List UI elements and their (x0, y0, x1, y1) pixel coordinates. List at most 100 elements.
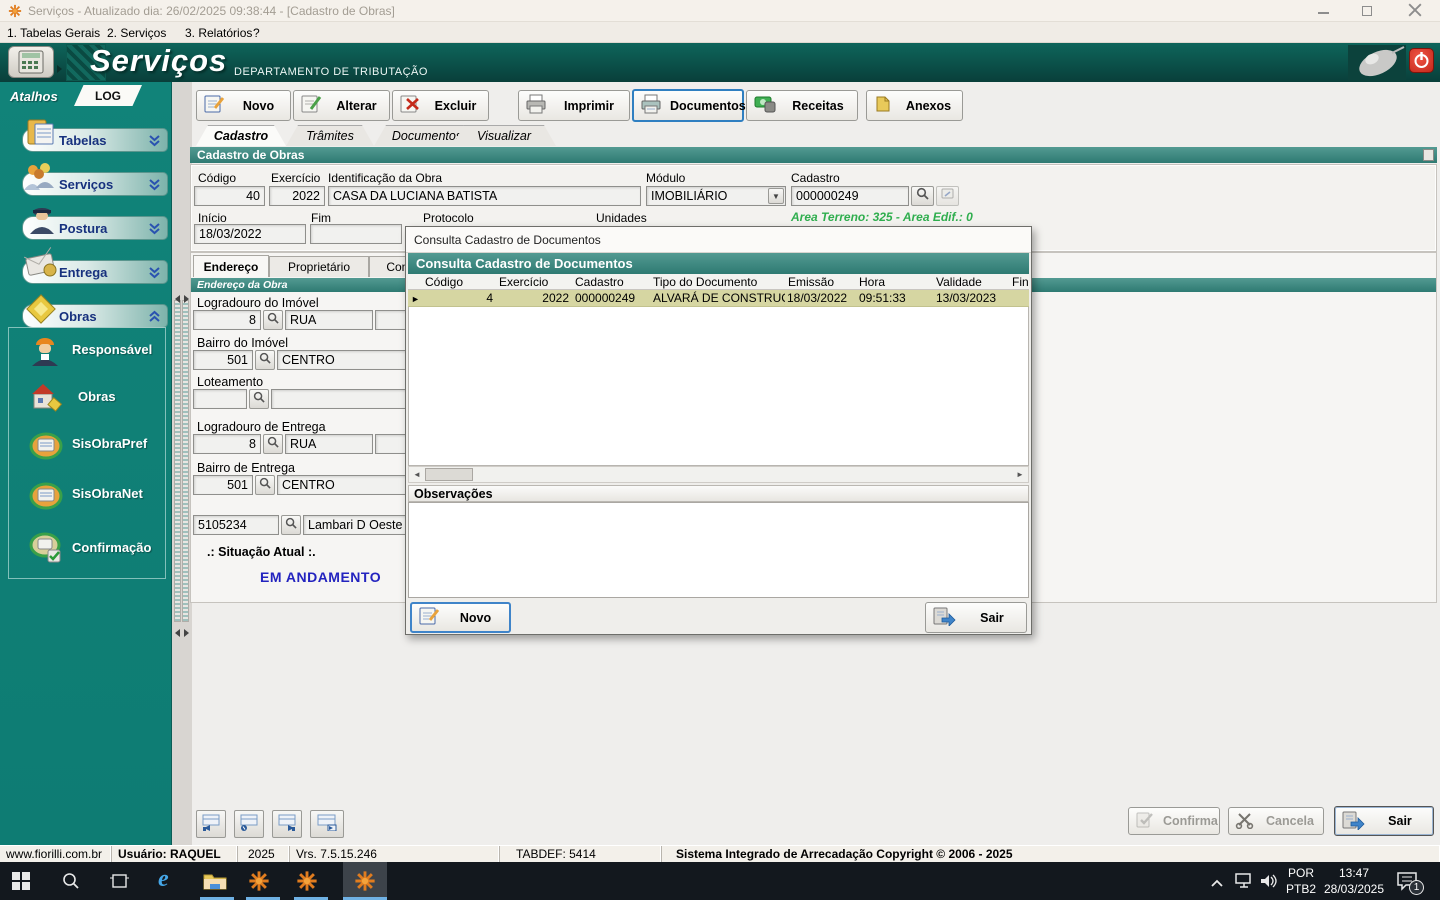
bairro-imovel-search-button[interactable] (255, 350, 275, 370)
cidade-codigo-field[interactable]: 5105234 (193, 515, 279, 535)
fiorilli-app-icon[interactable] (354, 870, 376, 897)
logradouro-imovel-num-field[interactable]: 8 (193, 310, 261, 330)
fim-field[interactable] (310, 224, 402, 244)
scroll-right-icon[interactable]: ► (1012, 470, 1028, 479)
printer-icon (525, 94, 547, 117)
splitter-handle[interactable] (174, 300, 181, 622)
file-explorer-icon[interactable] (203, 871, 227, 896)
documentos-button[interactable]: Documentos (632, 89, 746, 122)
start-button[interactable] (12, 872, 30, 895)
record-first-button[interactable] (196, 810, 226, 838)
logradouro-entrega-tipo-field[interactable]: RUA (285, 434, 373, 454)
sidebar-item-sisobranet[interactable]: SisObraNet (20, 478, 168, 520)
codigo-field[interactable]: 40 (194, 186, 265, 206)
form-title-end-button[interactable] (1423, 149, 1434, 161)
speaker-icon[interactable] (1260, 873, 1278, 894)
record-last-button[interactable] (310, 810, 344, 838)
language-indicator[interactable]: POR PTB2 (1284, 865, 1318, 897)
fiorilli-app-icon[interactable] (296, 870, 318, 897)
subtab-endereco[interactable]: Endereço (193, 255, 269, 277)
horizontal-scrollbar[interactable]: ◄ ► (408, 466, 1029, 483)
power-button-icon[interactable] (1409, 48, 1434, 73)
cadastro-field[interactable]: 000000249 (791, 186, 909, 206)
cancela-button[interactable]: Cancela (1228, 807, 1324, 835)
receitas-button[interactable]: Receitas (746, 90, 858, 121)
col-emissao[interactable]: Emissão (785, 274, 856, 289)
cidade-nome-field[interactable]: Lambari D Oeste (303, 515, 406, 535)
logradouro-entrega-num-field[interactable]: 8 (193, 434, 261, 454)
taskbar-search-icon[interactable] (62, 872, 80, 895)
record-prev-button[interactable] (234, 810, 264, 838)
bairro-imovel-num-field[interactable]: 501 (193, 350, 253, 370)
menu-help[interactable]: ? (253, 26, 260, 40)
splitter-arrows-icon[interactable] (175, 624, 189, 642)
bairro-entrega-search-button[interactable] (255, 475, 275, 495)
splitter-handle[interactable] (182, 300, 189, 622)
cadastro-search-button[interactable] (911, 186, 934, 206)
cadastro-goto-button[interactable] (936, 186, 959, 206)
logradouro-imovel-nome-field[interactable] (375, 310, 406, 330)
novo-button[interactable]: Novo (196, 90, 291, 121)
menu-servicos[interactable]: 2. Serviços (107, 26, 166, 40)
bairro-entrega-num-field[interactable]: 501 (193, 475, 253, 495)
bairro-imovel-nome-field[interactable]: CENTRO (277, 350, 406, 370)
inicio-field[interactable]: 18/03/2022 (194, 224, 306, 244)
fiorilli-app-icon[interactable] (248, 870, 270, 897)
loteamento-nome-field[interactable] (271, 389, 406, 409)
sidebar-item-obras[interactable]: Obras (20, 378, 168, 420)
logradouro-imovel-search-button[interactable] (263, 310, 283, 330)
sidebar-item-responsavel[interactable]: Responsável (20, 331, 168, 373)
clock[interactable]: 13:47 28/03/2025 (1318, 865, 1390, 897)
tab-tramites[interactable]: Trâmites (286, 125, 374, 146)
excluir-button[interactable]: Excluir (392, 90, 489, 121)
task-view-icon[interactable] (110, 872, 129, 895)
confirma-button[interactable]: Confirma (1128, 807, 1220, 835)
col-fin[interactable]: Fin (1009, 274, 1033, 289)
internet-explorer-icon[interactable]: e (158, 866, 169, 893)
close-icon[interactable] (1408, 3, 1422, 22)
tab-visualizar[interactable]: Visualizar (452, 125, 556, 146)
modal-sair-button[interactable]: Sair (925, 602, 1027, 633)
col-tipo-documento[interactable]: Tipo do Documento (650, 274, 785, 289)
house-icon (28, 380, 64, 421)
footer-sair-button[interactable]: Sair (1334, 806, 1434, 836)
splitter-arrows-icon[interactable] (175, 290, 189, 308)
modulo-dropdown-button[interactable]: ▼ (768, 188, 784, 204)
sidebar-item-sisobrapref[interactable]: SisObraPref (20, 428, 168, 470)
logradouro-entrega-nome-field[interactable] (375, 434, 406, 454)
scrollbar-thumb[interactable] (425, 468, 473, 481)
col-codigo[interactable]: Código (422, 274, 496, 289)
logradouro-entrega-search-button[interactable] (263, 434, 283, 454)
record-next-button[interactable] (272, 810, 302, 838)
col-validade[interactable]: Validade (933, 274, 1009, 289)
modal-novo-button[interactable]: Novo (410, 602, 511, 633)
col-hora[interactable]: Hora (856, 274, 933, 289)
modulo-select[interactable]: IMOBILIÁRIO ▼ (646, 186, 786, 206)
minimize-button[interactable] (1318, 12, 1329, 14)
loteamento-search-button[interactable] (249, 389, 269, 409)
observacoes-textarea[interactable] (408, 502, 1029, 598)
sidebar-log-tab[interactable]: LOG (74, 85, 142, 106)
bairro-entrega-nome-field[interactable]: CENTRO (277, 475, 406, 495)
cidade-search-button[interactable] (281, 515, 301, 535)
modal-titlebar[interactable]: Consulta Cadastro de Documentos (406, 227, 1031, 253)
restore-button[interactable] (1362, 6, 1372, 16)
network-icon[interactable] (1234, 873, 1254, 894)
tab-cadastro[interactable]: Cadastro (196, 125, 286, 146)
subtab-proprietario[interactable]: Proprietário (269, 256, 369, 277)
tray-chevron-icon[interactable] (1210, 875, 1224, 893)
imprimir-button[interactable]: Imprimir (518, 90, 630, 121)
menu-tabelas-gerais[interactable]: 1. Tabelas Gerais (7, 26, 100, 40)
table-row[interactable]: ► 4 2022 000000249 ALVARÁ DE CONSTRUÇ 18… (408, 290, 1029, 307)
menu-relatorios[interactable]: 3. Relatórios (185, 26, 252, 40)
sidebar-item-confirmacao[interactable]: Confirmação (20, 528, 168, 572)
scroll-left-icon[interactable]: ◄ (409, 470, 425, 479)
identificacao-field[interactable]: CASA DA LUCIANA BATISTA (328, 186, 641, 206)
logradouro-imovel-tipo-field[interactable]: RUA (285, 310, 373, 330)
anexos-button[interactable]: Anexos (866, 90, 963, 121)
col-cadastro[interactable]: Cadastro (572, 274, 650, 289)
exercicio-field[interactable]: 2022 (269, 186, 325, 206)
alterar-button[interactable]: Alterar (293, 90, 390, 121)
loteamento-num-field[interactable] (193, 389, 247, 409)
col-exercicio[interactable]: Exercício (496, 274, 572, 289)
